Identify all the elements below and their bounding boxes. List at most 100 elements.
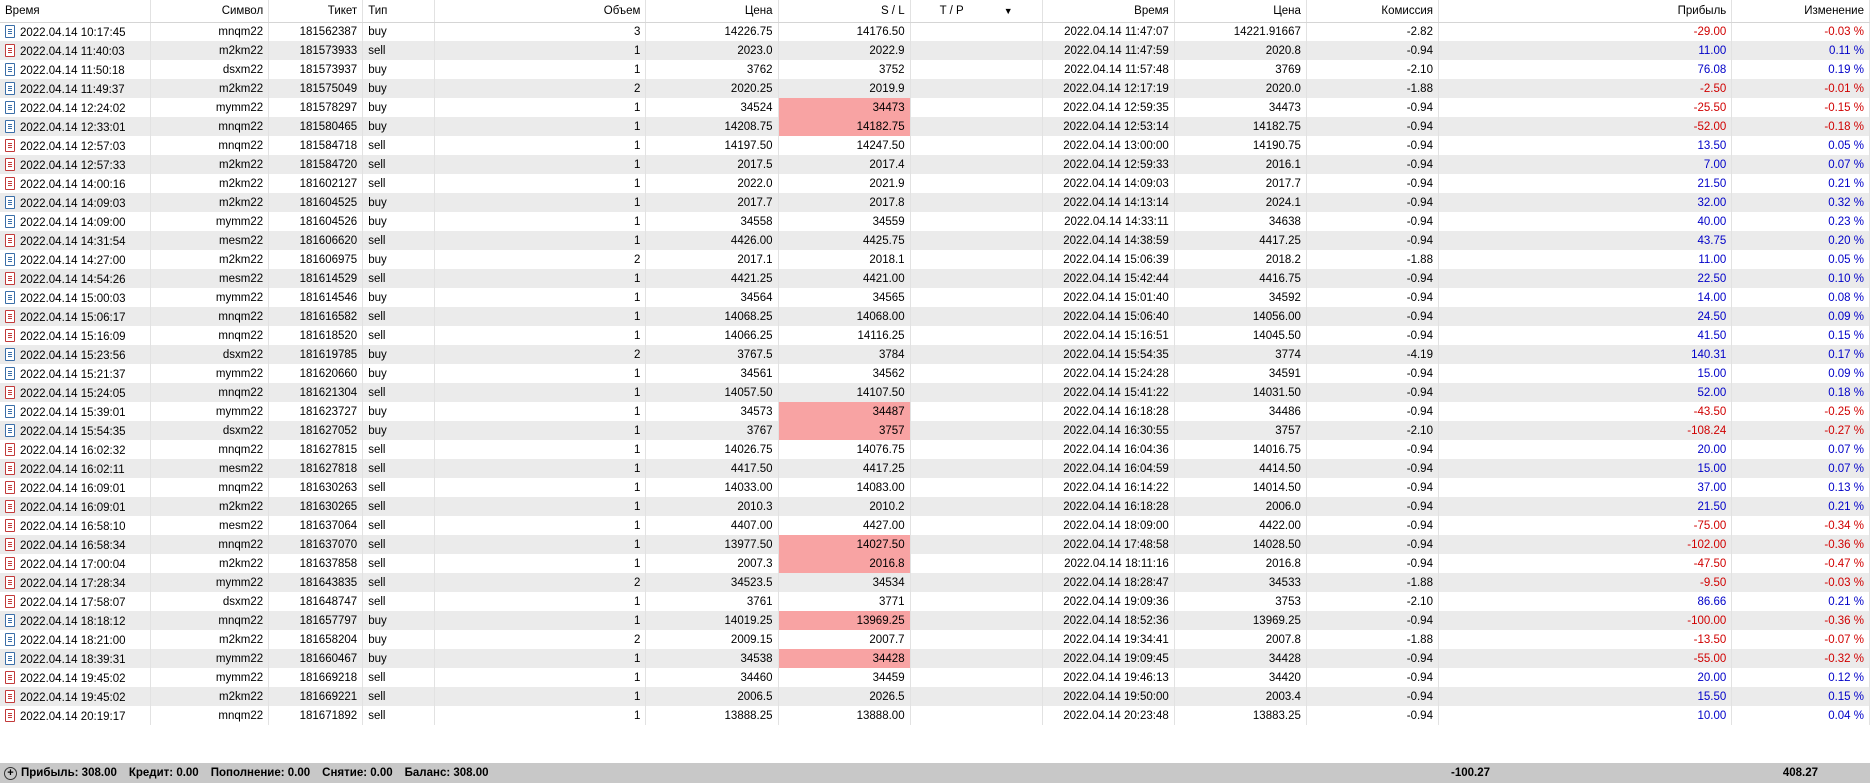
table-row[interactable]: 2022.04.14 14:54:26 mesm22 181614529 sell 1 4… [0, 269, 1870, 288]
cell-ticket: 181627818 [268, 459, 364, 478]
table-row[interactable]: 2022.04.14 14:09:00 mymm22 181604526 buy 1 34… [0, 212, 1870, 231]
cell-sl: 2017.4 [778, 155, 911, 174]
cell-open-time-value: 2022.04.14 20:19:17 [20, 710, 126, 723]
cell-close-time-value: 2022.04.14 15:41:22 [1063, 386, 1169, 399]
cell-profit-value: -108.24 [1687, 424, 1727, 437]
cell-change: -0.36 % [1731, 611, 1870, 630]
table-row[interactable]: 2022.04.14 15:24:05 mnqm22 181621304 sell 1 1… [0, 383, 1870, 402]
table-row[interactable]: 2022.04.14 11:49:37 m2km22 181575049 buy 2 20… [0, 79, 1870, 98]
table-row[interactable]: 2022.04.14 17:58:07 dsxm22 181648747 sell 1 3… [0, 592, 1870, 611]
table-row[interactable]: 2022.04.14 14:09:03 m2km22 181604525 buy 1 20… [0, 193, 1870, 212]
cell-volume: 1 [434, 440, 647, 459]
table-row[interactable]: 2022.04.14 16:58:34 mnqm22 181637070 sell 1 1… [0, 535, 1870, 554]
cell-commission-value: -0.94 [1406, 405, 1433, 418]
table-row[interactable]: 2022.04.14 15:39:01 mymm22 181623727 buy 1 34… [0, 402, 1870, 421]
cell-volume: 1 [434, 174, 647, 193]
document-icon [5, 575, 15, 589]
table-row[interactable]: 2022.04.14 16:02:32 mnqm22 181627815 sell 1 1… [0, 440, 1870, 459]
table-row[interactable]: 2022.04.14 17:00:04 m2km22 181637858 sell 1 2… [0, 554, 1870, 573]
cell-open-time-value: 2022.04.14 16:58:10 [20, 520, 126, 533]
table-row[interactable]: 2022.04.14 15:54:35 dsxm22 181627052 buy 1 37… [0, 421, 1870, 440]
table-row[interactable]: 2022.04.14 16:09:01 mnqm22 181630263 sell 1 1… [0, 478, 1870, 497]
col-header-open-price[interactable]: Цена [645, 0, 779, 23]
cell-open-time: 2022.04.14 16:02:11 [0, 459, 151, 478]
cell-change: 0.10 % [1731, 269, 1870, 288]
table-row[interactable]: 2022.04.14 12:24:02 mymm22 181578297 buy 1 34… [0, 98, 1870, 117]
cell-type-value: sell [368, 44, 386, 57]
col-header-volume[interactable]: Объем [434, 0, 647, 23]
table-row[interactable]: 2022.04.14 15:23:56 dsxm22 181619785 buy 2 37… [0, 345, 1870, 364]
table-row[interactable]: 2022.04.14 12:57:03 mnqm22 181584718 sell 1 1… [0, 136, 1870, 155]
table-row[interactable]: 2022.04.14 11:40:03 m2km22 181573933 sell 1 2… [0, 41, 1870, 60]
col-header-change[interactable]: Изменение [1731, 0, 1870, 23]
col-header-tp[interactable]: T / P ▼ [910, 0, 1043, 23]
cell-commission: -0.94 [1306, 136, 1439, 155]
table-row[interactable]: 2022.04.14 10:17:45 mnqm22 181562387 buy 3 14… [0, 22, 1870, 41]
cell-volume: 1 [434, 668, 647, 687]
table-row[interactable]: 2022.04.14 18:21:00 m2km22 181658204 buy 2 20… [0, 630, 1870, 649]
cell-tp [910, 250, 1043, 269]
cell-volume-value: 1 [634, 443, 641, 456]
col-header-open-time[interactable]: Время [0, 0, 151, 23]
cell-commission: -0.94 [1306, 41, 1439, 60]
table-row[interactable]: 2022.04.14 18:39:31 mymm22 181660467 buy 1 34… [0, 649, 1870, 668]
cell-close-time-value: 2022.04.14 20:23:48 [1063, 709, 1169, 722]
col-header-profit[interactable]: Прибыль [1438, 0, 1733, 23]
cell-change-value: 0.04 % [1828, 709, 1864, 722]
cell-symbol: dsxm22 [150, 345, 270, 364]
cell-symbol-value: mnqm22 [218, 614, 264, 627]
cell-close-time: 2022.04.14 19:09:36 [1042, 592, 1175, 611]
cell-close-price: 34592 [1174, 288, 1307, 307]
cell-volume: 1 [434, 269, 647, 288]
cell-ticket: 181575049 [268, 79, 364, 98]
table-row[interactable]: 2022.04.14 16:09:01 m2km22 181630265 sell 1 2… [0, 497, 1870, 516]
table-row[interactable]: 2022.04.14 12:57:33 m2km22 181584720 sell 1 2… [0, 155, 1870, 174]
table-row[interactable]: 2022.04.14 12:33:01 mnqm22 181580465 buy 1 14… [0, 117, 1870, 136]
cell-change-value: 0.21 % [1828, 177, 1864, 190]
table-row[interactable]: 2022.04.14 19:45:02 mymm22 181669218 sell 1 3… [0, 668, 1870, 687]
cell-symbol: m2km22 [150, 174, 270, 193]
cell-type: sell [362, 592, 435, 611]
table-row[interactable]: 2022.04.14 15:06:17 mnqm22 181616582 sell 1 1… [0, 307, 1870, 326]
cell-close-time: 2022.04.14 19:46:13 [1042, 668, 1175, 687]
cell-ticket-value: 181671892 [299, 709, 358, 722]
cell-close-time: 2022.04.14 16:30:55 [1042, 421, 1175, 440]
cell-profit: 10.00 [1438, 706, 1733, 725]
cell-open-time-value: 2022.04.14 15:06:17 [20, 311, 126, 324]
cell-sl-value: 3771 [879, 595, 905, 608]
table-row[interactable]: 2022.04.14 18:18:12 mnqm22 181657797 buy 1 14… [0, 611, 1870, 630]
cell-type-value: buy [368, 652, 387, 665]
cell-tp [910, 630, 1043, 649]
summary-profit-total: 408.27 [1782, 767, 1818, 779]
plus-circle-icon[interactable]: + [4, 766, 17, 780]
table-row[interactable]: 2022.04.14 14:31:54 mesm22 181606620 sell 1 4… [0, 231, 1870, 250]
table-row[interactable]: 2022.04.14 17:28:34 mymm22 181643835 sell 2 3… [0, 573, 1870, 592]
col-header-commission[interactable]: Комиссия [1306, 0, 1439, 23]
cell-symbol-value: dsxm22 [222, 348, 264, 361]
col-header-close-price[interactable]: Цена [1174, 0, 1307, 23]
col-header-ticket[interactable]: Тикет [268, 0, 364, 23]
table-row[interactable]: 2022.04.14 14:27:00 m2km22 181606975 buy 2 20… [0, 250, 1870, 269]
cell-symbol: mymm22 [150, 402, 270, 421]
cell-profit-value: 13.50 [1697, 139, 1727, 152]
col-header-type[interactable]: Тип [362, 0, 435, 23]
table-row[interactable]: 2022.04.14 15:21:37 mymm22 181620660 buy 1 34… [0, 364, 1870, 383]
cell-close-time-value: 2022.04.14 16:18:28 [1063, 405, 1169, 418]
table-row[interactable]: 2022.04.14 14:00:16 m2km22 181602127 sell 1 2… [0, 174, 1870, 193]
cell-volume: 1 [434, 497, 647, 516]
table-row[interactable]: 2022.04.14 15:16:09 mnqm22 181618520 sell 1 1… [0, 326, 1870, 345]
col-header-close-time[interactable]: Время [1042, 0, 1175, 23]
table-row[interactable]: 2022.04.14 16:58:10 mesm22 181637064 sell 1 4… [0, 516, 1870, 535]
table-row[interactable]: 2022.04.14 15:00:03 mymm22 181614546 buy 1 34… [0, 288, 1870, 307]
table-row[interactable]: 2022.04.14 16:02:11 mesm22 181627818 sell 1 4… [0, 459, 1870, 478]
col-header-symbol[interactable]: Символ [150, 0, 270, 23]
table-row[interactable]: 2022.04.14 20:19:17 mnqm22 181671892 sell 1 1… [0, 706, 1870, 725]
cell-change-value: -0.27 % [1824, 424, 1864, 437]
cell-change-value: -0.25 % [1824, 405, 1864, 418]
cell-symbol: dsxm22 [150, 592, 270, 611]
cell-volume: 1 [434, 706, 647, 725]
table-row[interactable]: 2022.04.14 19:45:02 m2km22 181669221 sell 1 2… [0, 687, 1870, 706]
cell-commission-value: -0.94 [1406, 538, 1433, 551]
col-header-sl[interactable]: S / L [778, 0, 911, 23]
table-row[interactable]: 2022.04.14 11:50:18 dsxm22 181573937 buy 1 37… [0, 60, 1870, 79]
